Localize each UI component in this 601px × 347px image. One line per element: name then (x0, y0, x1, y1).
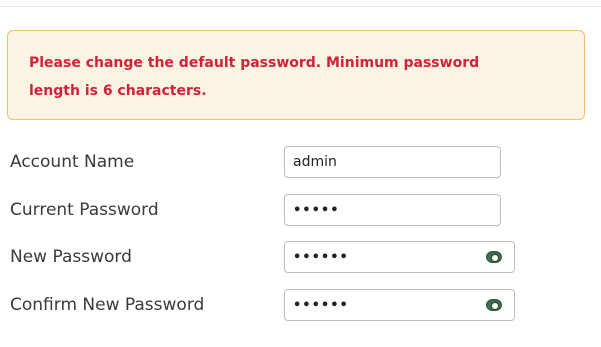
confirm-password-row: Confirm New Password •••••• (0, 289, 601, 323)
account-name-value: admin (293, 154, 337, 170)
top-divider (0, 6, 601, 7)
current-password-input[interactable]: ••••• (284, 194, 501, 226)
new-password-row: New Password •••••• (0, 241, 601, 275)
confirm-password-value: •••••• (293, 298, 349, 313)
current-password-value: ••••• (293, 203, 340, 218)
alert-message: Please change the default password. Mini… (29, 55, 480, 99)
account-name-row: Account Name admin (0, 146, 601, 180)
eye-icon[interactable] (486, 251, 502, 263)
password-warning-alert: Please change the default password. Mini… (7, 30, 585, 120)
new-password-value: •••••• (293, 250, 349, 265)
confirm-password-input[interactable]: •••••• (284, 289, 515, 321)
eye-icon[interactable] (486, 299, 502, 311)
account-name-label: Account Name (10, 152, 135, 172)
current-password-label: Current Password (10, 200, 159, 220)
new-password-label: New Password (10, 247, 132, 267)
new-password-input[interactable]: •••••• (284, 241, 515, 273)
confirm-password-label: Confirm New Password (10, 295, 205, 315)
current-password-row: Current Password ••••• (0, 194, 601, 228)
account-name-input[interactable]: admin (284, 146, 501, 178)
